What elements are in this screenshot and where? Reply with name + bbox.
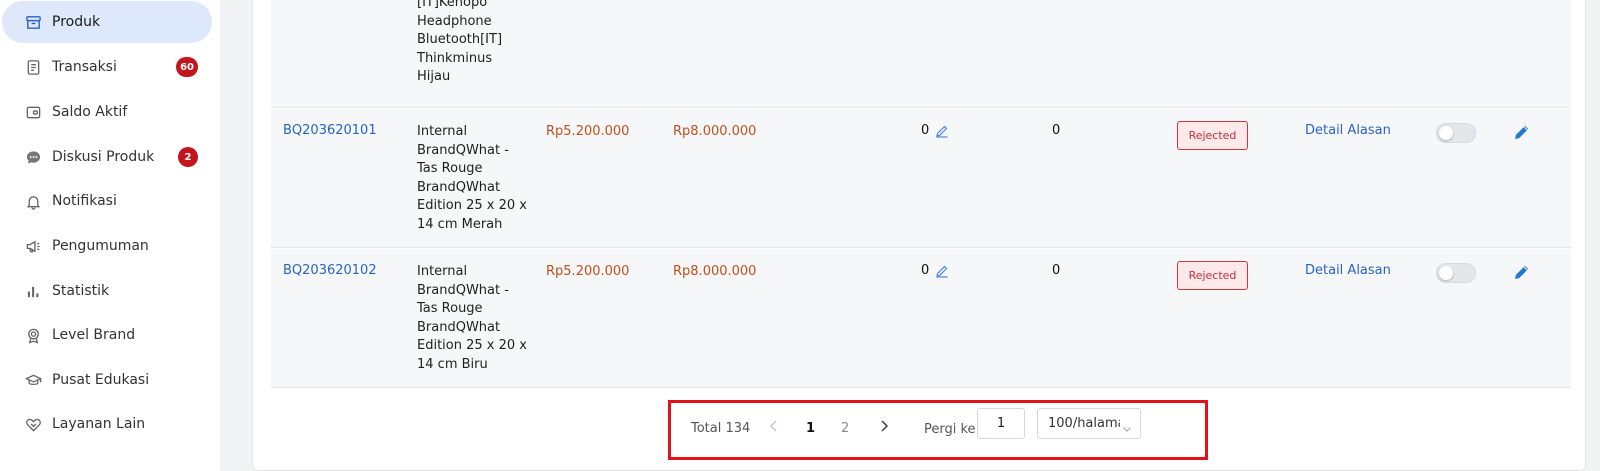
table-row: BQ203620101 Internal BrandQWhat - Tas Ro… (271, 109, 1571, 248)
stock-value: 0 (921, 123, 930, 138)
sidebar-item-label: Layanan Lain (52, 416, 146, 432)
page-1-button[interactable]: 1 (806, 421, 815, 436)
page-size-value: 100/halaman (1048, 416, 1120, 431)
goto-page-input[interactable] (977, 408, 1025, 439)
receipt-icon (24, 58, 42, 76)
product-name: Internal BrandQWhat - Tas Rouge BrandQWh… (417, 124, 527, 232)
chat-icon (24, 148, 42, 166)
pagination-total: Total 134 (691, 421, 751, 436)
sidebar-item-label: Statistik (52, 283, 110, 299)
stock-cell: 0 (921, 262, 949, 281)
pencil-icon[interactable] (935, 124, 949, 138)
product-name: Internal BrandQWhat - Tas Rouge BrandQWh… (417, 264, 527, 372)
sold-value: 0 (1052, 263, 1061, 278)
sidebar: Produk Transaksi 60 Saldo Aktif Diskusi … (0, 0, 220, 471)
pencil-icon[interactable] (935, 264, 949, 278)
medal-icon (24, 326, 42, 344)
sidebar-item-layanan-lain[interactable]: Layanan Lain (2, 403, 212, 445)
sidebar-item-pengumuman[interactable]: Pengumuman (2, 225, 212, 267)
product-name: [IT]Kenopo Headphone Bluetooth[IT] Think… (417, 0, 503, 85)
product-price: Rp5.200.000 (546, 264, 630, 279)
sold-value: 0 (1052, 123, 1061, 138)
product-price: Rp5.200.000 (546, 124, 630, 139)
stock-value: 0 (921, 263, 930, 278)
sidebar-item-label: Produk (52, 14, 101, 30)
detail-reason-link[interactable]: Detail Alasan (1305, 122, 1391, 141)
product-sku-link[interactable]: BQ203620102 (283, 262, 377, 281)
bar-chart-icon (24, 282, 42, 300)
bell-icon (24, 192, 42, 210)
handshake-icon (24, 415, 42, 433)
table-row: [IT]Kenopo Headphone Bluetooth[IT] Think… (271, 0, 1571, 108)
sidebar-item-label: Pusat Edukasi (52, 372, 150, 388)
app: Produk Transaksi 60 Saldo Aktif Diskusi … (0, 0, 1600, 471)
sidebar-item-label: Level Brand (52, 327, 136, 343)
box-icon (24, 13, 42, 31)
sidebar-item-produk[interactable]: Produk (2, 1, 212, 43)
chevron-right-icon[interactable] (876, 418, 892, 434)
goto-label: Pergi ke (924, 422, 976, 437)
sidebar-item-label: Diskusi Produk (52, 149, 155, 165)
active-toggle[interactable] (1436, 263, 1476, 283)
sidebar-item-label: Pengumuman (52, 238, 149, 254)
notification-badge: 2 (178, 147, 198, 167)
page-size-select[interactable]: 100/halaman (1037, 408, 1141, 439)
sidebar-item-pusat-edukasi[interactable]: Pusat Edukasi (2, 359, 212, 401)
product-original-price: Rp8.000.000 (673, 124, 757, 139)
sidebar-item-level-brand[interactable]: Level Brand (2, 314, 212, 356)
graduation-cap-icon (24, 371, 42, 389)
chevron-left-icon[interactable] (766, 418, 782, 434)
sidebar-item-label: Transaksi (52, 59, 117, 75)
stock-cell: 0 (921, 122, 949, 141)
sidebar-item-statistik[interactable]: Statistik (2, 270, 212, 312)
status-badge: Rejected (1177, 261, 1248, 290)
sidebar-item-label: Saldo Aktif (52, 104, 128, 120)
product-original-price: Rp8.000.000 (673, 264, 757, 279)
edit-icon[interactable] (1512, 122, 1532, 142)
active-toggle[interactable] (1436, 123, 1476, 143)
sidebar-item-notifikasi[interactable]: Notifikasi (2, 180, 212, 222)
status-badge: Rejected (1177, 121, 1248, 150)
table-row: BQ203620102 Internal BrandQWhat - Tas Ro… (271, 249, 1571, 388)
sidebar-item-saldo-aktif[interactable]: Saldo Aktif (2, 91, 212, 133)
product-sku-link[interactable]: BQ203620101 (283, 122, 377, 141)
edit-icon[interactable] (1512, 262, 1532, 282)
detail-reason-link[interactable]: Detail Alasan (1305, 262, 1391, 281)
sidebar-item-transaksi[interactable]: Transaksi 60 (2, 46, 212, 88)
pagination: Total 134 1 2 Pergi ke 100/halaman (668, 400, 1208, 460)
megaphone-icon (24, 237, 42, 255)
page-2-button[interactable]: 2 (841, 421, 849, 436)
sidebar-item-diskusi-produk[interactable]: Diskusi Produk 2 (2, 136, 212, 178)
chevron-down-icon (1122, 419, 1132, 432)
wallet-icon (24, 103, 42, 121)
notification-badge: 60 (176, 57, 198, 77)
sidebar-item-label: Notifikasi (52, 193, 117, 209)
